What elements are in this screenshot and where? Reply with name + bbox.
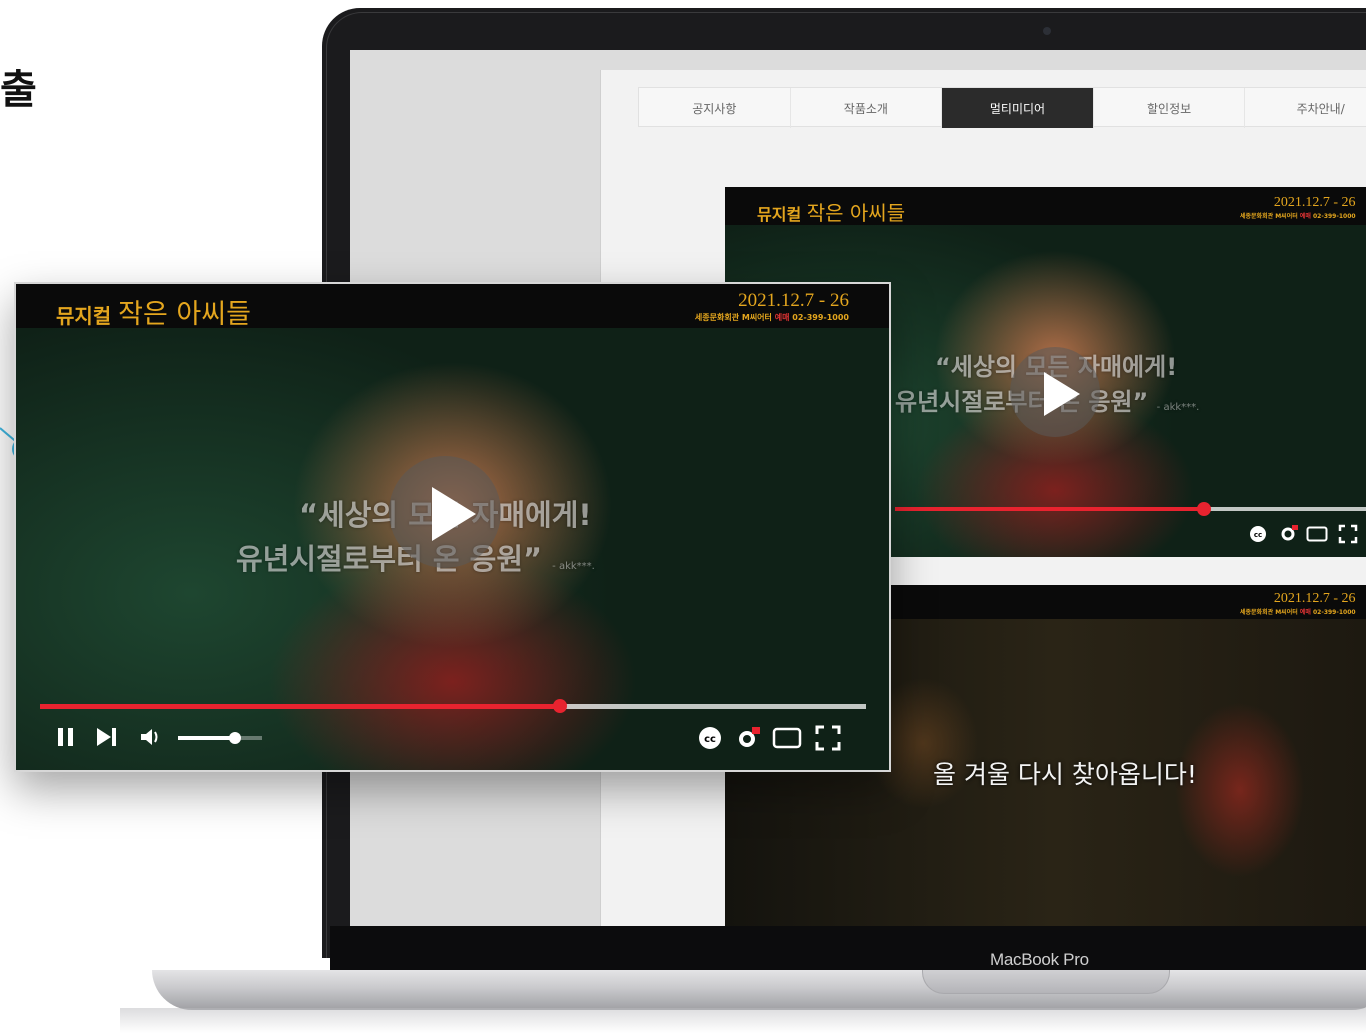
phone-number: 02-399-1000 (1312, 609, 1356, 616)
venue-name: 세종문화회관 M씨어터 (1240, 609, 1298, 616)
volume-icon[interactable] (138, 724, 164, 750)
date-range: 2021.12.7 - 26 (1273, 591, 1356, 606)
fullscreen-icon[interactable] (814, 724, 842, 752)
quote-line-2: 유년시절로부터 온 응원” (236, 542, 543, 576)
brand-prefix: 뮤지컬 (757, 205, 802, 224)
tab-show-info[interactable]: 작품소개 (791, 88, 943, 128)
venue-info: 세종문화회관 M씨어터 예매 02-399-1000 (1240, 211, 1356, 220)
tab-multimedia[interactable]: 멀티미디어 (942, 88, 1094, 128)
brand-title: 작은 아씨들 (806, 201, 906, 225)
featured-video-player[interactable]: 뮤지컬 작은 아씨들 2021.12.7 - 26 세종문화회관 M씨어터 예매… (14, 282, 891, 772)
volume-fill (178, 736, 236, 740)
video-dates: 2021.12.7 - 26 세종문화회관 M씨어터 예매 02-399-100… (1240, 195, 1356, 220)
pause-icon[interactable] (54, 724, 78, 750)
progress-fill (895, 507, 1204, 511)
date-range: 2021.12.7 - 26 (738, 290, 849, 311)
volume-slider[interactable] (178, 732, 262, 744)
quote-author: - akk***. (1156, 402, 1200, 413)
page-tabs: 공지사항 작품소개 멀티미디어 할인정보 주차안내/ (638, 87, 1366, 128)
progress-bar[interactable] (895, 502, 1366, 516)
booking-label: 예매 (1299, 213, 1311, 220)
tab-parking[interactable]: 주차안내/ (1245, 88, 1366, 128)
tab-discount[interactable]: 할인정보 (1094, 88, 1246, 128)
laptop-chin (330, 926, 1366, 970)
video-brand: 뮤지컬 작은 아씨들 (757, 197, 905, 226)
brand-prefix: 뮤지컬 (56, 304, 112, 328)
volume-knob[interactable] (229, 732, 242, 744)
play-button[interactable] (389, 456, 501, 568)
video-dates: 2021.12.7 - 26 세종문화회관 M씨어터 예매 02-399-100… (695, 290, 849, 323)
venue-info: 세종문화회관 M씨어터 예매 02-399-1000 (695, 312, 849, 323)
svg-text:cc: cc (704, 734, 716, 745)
venue-name: 세종문화회관 M씨어터 (1240, 213, 1298, 220)
laptop-base-notch (922, 970, 1170, 994)
closed-captions-icon[interactable]: cc (696, 724, 724, 752)
headline-fragment: 출 (0, 67, 37, 113)
laptop-model-label: MacBook Pro (990, 950, 1089, 969)
skip-next-icon[interactable] (94, 724, 120, 750)
floor-shadow (120, 1008, 1366, 1033)
progress-bar[interactable] (40, 699, 866, 713)
booking-label: 예매 (774, 313, 790, 322)
settings-gear-icon[interactable] (734, 724, 762, 752)
quote-author: - akk***. (552, 561, 595, 572)
theater-mode-icon[interactable] (771, 724, 803, 752)
date-range: 2021.12.7 - 26 (1273, 195, 1356, 210)
phone-number: 02-399-1000 (792, 313, 849, 322)
fullscreen-icon[interactable] (1337, 523, 1359, 545)
stage: 출 공지사항 작품소개 멀티미디어 할인정보 주차안내/ 뮤지컬 작은 아씨들 … (0, 0, 1366, 1033)
brand-title: 작은 아씨들 (118, 299, 251, 330)
play-button[interactable] (1010, 347, 1100, 437)
laptop-base (152, 970, 1366, 1010)
booking-label: 예매 (1299, 609, 1311, 616)
video-brand: 뮤지컬 작은 아씨들 (56, 292, 251, 331)
camera-icon (1043, 27, 1051, 35)
progress-knob[interactable] (1196, 502, 1211, 516)
phone-number: 02-399-1000 (1312, 213, 1356, 220)
video-subtitle: 올 겨울 다시 찾아옵니다! (933, 760, 1197, 789)
svg-text:cc: cc (1254, 531, 1262, 539)
video-dates: 2021.12.7 - 26 세종문화회관 M씨어터 예매 02-399-100… (1240, 591, 1356, 616)
theater-mode-icon[interactable] (1305, 523, 1329, 545)
tab-notice[interactable]: 공지사항 (639, 88, 791, 128)
venue-info: 세종문화회관 M씨어터 예매 02-399-1000 (1240, 607, 1356, 616)
progress-fill (40, 704, 561, 709)
closed-captions-icon[interactable]: cc (1247, 523, 1269, 545)
settings-gear-icon[interactable] (1277, 523, 1299, 545)
venue-name: 세종문화회관 M씨어터 (694, 313, 772, 322)
